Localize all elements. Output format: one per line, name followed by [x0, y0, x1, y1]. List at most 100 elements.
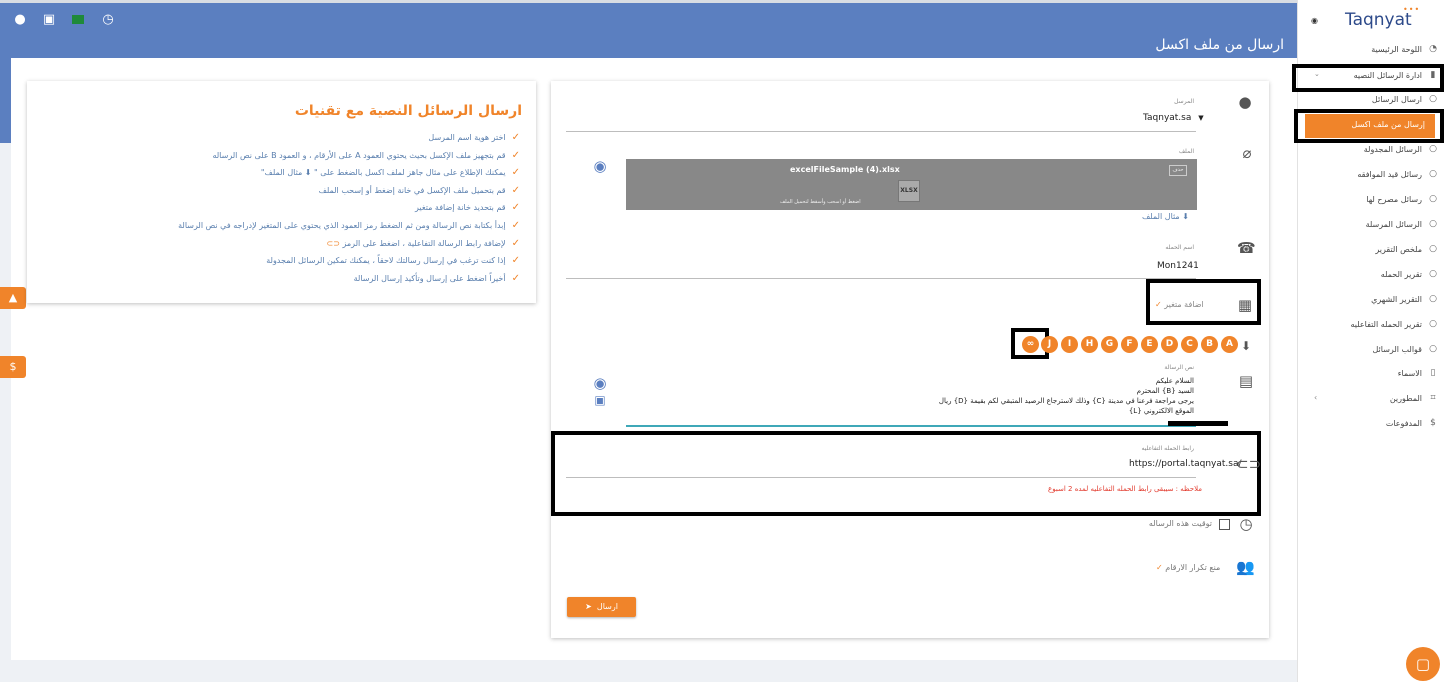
- sidebar-item-authorized[interactable]: ○ رسائل مصرح لها: [1300, 189, 1444, 213]
- book-icon: ▯: [1430, 368, 1436, 378]
- sidebar-item-dashboard[interactable]: ◔ اللوحة الرئيسية: [1300, 39, 1444, 63]
- clock-icon[interactable]: ◷: [100, 12, 116, 28]
- code-icon: ⌗: [1430, 393, 1436, 403]
- chat-support-button[interactable]: ▢: [1406, 647, 1440, 681]
- column-chip-e[interactable]: E: [1141, 336, 1158, 353]
- sidebar-toggle-icon[interactable]: ◉: [1311, 16, 1318, 25]
- highlight-box: [551, 431, 1261, 516]
- column-chip-b[interactable]: B: [1201, 336, 1218, 353]
- checkmark-icon: ✓: [1156, 563, 1163, 572]
- sidebar-item-sent[interactable]: ○ الرسائل المرسلة: [1300, 214, 1444, 238]
- circle-icon: ○: [1429, 194, 1437, 204]
- message-underline: [626, 425, 1196, 427]
- megaphone-tab-icon[interactable]: ▲: [0, 287, 26, 309]
- interactive-link-chip[interactable]: ∞: [1022, 336, 1039, 353]
- bookmark-icon: ▮: [1430, 70, 1436, 80]
- column-chip-i[interactable]: I: [1061, 336, 1078, 353]
- circle-icon: ○: [1429, 144, 1437, 154]
- check-icon: ✓: [511, 132, 520, 143]
- user-circle-icon[interactable]: ●: [12, 12, 28, 28]
- sidebar-item-payments[interactable]: $ المدفوعات: [1300, 413, 1444, 437]
- file-label: الملف: [1178, 148, 1194, 155]
- sidebar-item-monthly-report[interactable]: ○ التقرير الشهري: [1300, 289, 1444, 313]
- logo-dots: •••: [1403, 5, 1421, 14]
- sidebar-item-campaign-report[interactable]: ○ تقرير الحمله: [1300, 264, 1444, 288]
- column-chip-j[interactable]: J: [1041, 336, 1058, 353]
- sample-file-link[interactable]: ⬇ مثال الملف: [1142, 212, 1189, 221]
- sidebar-item-contacts[interactable]: ▯ الاسماء: [1300, 363, 1444, 387]
- column-chip-h[interactable]: H: [1081, 336, 1098, 353]
- remove-file-button[interactable]: حذف: [1169, 165, 1187, 176]
- instructions-list: ✓اختر هوية اسم المرسل ✓قم بتجهيز ملف الإ…: [40, 129, 520, 287]
- dashboard-icon: ◔: [1429, 44, 1437, 54]
- instruction-item: ✓قم بتحميل ملف الإكسل في خانة إضغط أو إس…: [318, 184, 520, 196]
- message-icon: ▤: [1238, 372, 1254, 390]
- attachment-icon: ⌀: [1242, 144, 1252, 162]
- link-icon: ⊂⊃: [1236, 455, 1262, 473]
- dropzone-hint: اضغط أو اسحب وأسقط لتحميل الملف: [780, 199, 861, 205]
- message-line: الموقع الالكتروني {L}: [1128, 407, 1194, 415]
- preview-message-eye-icon[interactable]: ◉: [591, 374, 609, 392]
- sidebar-item-sms-management[interactable]: ▮ ادارة الرسائل النصيه ⌄: [1300, 65, 1444, 89]
- save-template-icon[interactable]: ▣: [591, 391, 609, 409]
- column-chip-g[interactable]: G: [1101, 336, 1118, 353]
- instruction-item: ✓اختر هوية اسم المرسل: [428, 132, 520, 143]
- circle-icon: ○: [1429, 169, 1437, 179]
- schedule-checkbox[interactable]: [1219, 519, 1230, 530]
- check-icon: ✓: [511, 272, 520, 284]
- campaign-contact-icon: ☎: [1237, 239, 1256, 257]
- dedupe-toggle[interactable]: منع تكرار الارقام ✓: [1156, 563, 1220, 572]
- page-title: ارسال من ملف اكسل: [1155, 37, 1284, 53]
- message-textarea[interactable]: السلام عليكم السيد {B} المحترم يرجى مراج…: [794, 376, 1194, 416]
- interactive-link-label: رابط الحمله التفاعليه: [1141, 445, 1194, 452]
- add-variable-toggle[interactable]: اضافة متغير ✓: [1155, 300, 1204, 309]
- saudi-flag-icon[interactable]: [70, 13, 86, 29]
- interactive-underline: [566, 477, 1196, 478]
- table-grid-icon: ▦: [1237, 296, 1253, 314]
- chat-bubble-icon: ▢: [1415, 655, 1431, 673]
- sidebar-item-interactive-report[interactable]: ○ تقرير الحمله التفاعليه: [1300, 314, 1444, 338]
- message-label: نص الرسالة: [1164, 364, 1194, 371]
- instruction-item: ✓قم بتجهيز ملف الإكسل بحيث يحتوي العمود …: [212, 149, 520, 161]
- message-line: يرجى مراجعة فرعنا في مدينة {C} وذلك لاست…: [938, 397, 1194, 405]
- sender-underline: [566, 131, 1196, 132]
- campaign-input[interactable]: Mon1241: [1157, 261, 1199, 271]
- instruction-item: ✓أخيراً اضغط على إرسال وتأكيد إرسال الرس…: [353, 272, 520, 284]
- sidebar-item-pending[interactable]: ○ رسائل قيد الموافقه: [1300, 164, 1444, 188]
- preview-eye-icon[interactable]: ◉: [591, 157, 609, 175]
- instruction-item: ✓لإضافة رابط الرسالة التفاعلية ، اضغط عل…: [326, 237, 521, 249]
- link-icon: ⊂⊃: [326, 238, 340, 248]
- instruction-item: ✓إذا كنت ترغب في إرسال رسالتك لاحقاً ، ي…: [266, 255, 520, 267]
- check-icon: ✓: [511, 167, 520, 179]
- column-chip-d[interactable]: D: [1161, 336, 1178, 353]
- dollar-icon: $: [1430, 418, 1436, 428]
- column-chip-c[interactable]: C: [1181, 336, 1198, 353]
- check-icon: ✓: [511, 149, 520, 161]
- chevron-left-icon: ‹: [1314, 393, 1318, 402]
- check-icon: ✓: [511, 255, 520, 267]
- sidebar-item-send-from-excel[interactable]: إرسال من ملف اكسل: [1305, 114, 1435, 138]
- brand-logo: Taqnyat: [1345, 10, 1412, 30]
- check-icon: ✓: [511, 184, 520, 196]
- column-chip-f[interactable]: F: [1121, 336, 1138, 353]
- sidebar-item-developers[interactable]: ⌗ المطورين ‹: [1300, 388, 1444, 412]
- excel-icon[interactable]: ▣: [41, 12, 57, 28]
- download-variables-icon[interactable]: ⬇: [1237, 337, 1255, 355]
- redaction-bar: [1168, 421, 1228, 426]
- group-users-icon: 👥: [1236, 558, 1255, 576]
- interactive-link-input[interactable]: https://portal.taqnyat.sa/: [1129, 459, 1242, 469]
- circle-icon: ○: [1429, 269, 1437, 279]
- circle-icon: ○: [1429, 319, 1437, 329]
- column-chip-a[interactable]: A: [1221, 336, 1238, 353]
- send-button[interactable]: ➤ ارسال: [567, 597, 636, 617]
- instruction-item: ✓إبدأ بكتابة نص الرسالة ومن ثم الضغط رمز…: [178, 219, 520, 231]
- sidebar-item-scheduled[interactable]: ○ الرسائل المجدولة: [1300, 139, 1444, 163]
- check-icon: ✓: [511, 202, 520, 214]
- dollar-tab-icon[interactable]: $: [0, 356, 26, 378]
- sender-select[interactable]: Taqnyat.sa ▼: [1143, 113, 1204, 123]
- sidebar-item-templates[interactable]: ○ قوالب الرسائل: [1300, 339, 1444, 363]
- xlsx-file-icon: XLSX: [898, 180, 920, 202]
- campaign-label: اسم الحمله: [1165, 244, 1194, 251]
- sidebar-item-report-summary[interactable]: ○ ملخص التقرير: [1300, 239, 1444, 263]
- circle-icon: ○: [1429, 219, 1437, 229]
